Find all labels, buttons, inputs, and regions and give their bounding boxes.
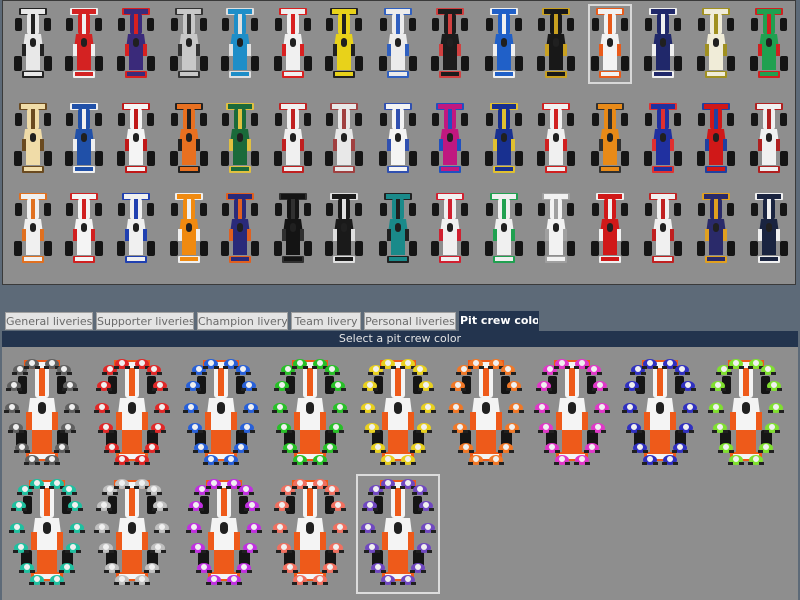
livery-car[interactable] [696,101,736,177]
livery-car[interactable] [220,6,260,82]
tab-champion-livery[interactable]: Champion livery [197,312,288,330]
livery-car[interactable] [273,191,313,267]
livery-car[interactable] [590,191,630,267]
livery-car[interactable] [643,6,683,82]
tab-personal-liveries[interactable]: Personal liveries [364,312,456,330]
livery-car[interactable] [64,191,104,267]
pit-crew-color-option[interactable] [2,356,82,472]
tab-general-liveries[interactable]: General liveries [5,312,93,330]
livery-car[interactable] [220,191,260,267]
livery-car[interactable] [536,101,576,177]
livery-car[interactable] [273,6,313,82]
livery-car[interactable] [484,191,524,267]
livery-car[interactable] [273,101,313,177]
pit-crew-color-option-selected[interactable] [356,474,440,594]
livery-car[interactable] [484,6,524,82]
livery-car[interactable] [64,6,104,82]
livery-car[interactable] [749,101,789,177]
pit-crew-panel: Select a pit crew color [2,331,798,600]
livery-car[interactable] [169,6,209,82]
pit-crew-color-option[interactable] [270,476,350,592]
pit-crew-color-option[interactable] [446,356,526,472]
livery-car[interactable] [13,191,53,267]
livery-car[interactable] [643,191,683,267]
livery-car[interactable] [220,101,260,177]
livery-car[interactable] [696,6,736,82]
livery-car[interactable] [324,101,364,177]
pit-crew-color-option[interactable] [7,476,87,592]
tab-supporter-liveries[interactable]: Supporter liveries [96,312,194,330]
livery-car[interactable] [430,191,470,267]
livery-car[interactable] [116,191,156,267]
livery-car[interactable] [169,101,209,177]
livery-car[interactable] [116,6,156,82]
pit-crew-color-option[interactable] [92,356,172,472]
livery-car[interactable] [430,101,470,177]
livery-car[interactable] [324,6,364,82]
livery-car[interactable] [590,101,630,177]
livery-car[interactable] [116,101,156,177]
livery-car[interactable] [64,101,104,177]
livery-grid [2,0,796,285]
livery-car[interactable] [378,101,418,177]
pit-crew-color-option[interactable] [270,356,350,472]
pit-crew-color-option[interactable] [706,356,786,472]
livery-car[interactable] [378,6,418,82]
livery-tab-bar: General liveries Supporter liveries Cham… [0,310,800,332]
livery-car[interactable] [13,6,53,82]
livery-car[interactable] [484,101,524,177]
tab-team-livery[interactable]: Team livery [291,312,361,330]
pit-crew-color-option[interactable] [92,476,172,592]
pit-crew-color-option[interactable] [184,476,264,592]
pit-crew-header: Select a pit crew color [2,331,798,347]
livery-car[interactable] [749,6,789,82]
livery-car[interactable] [749,191,789,267]
livery-car[interactable] [643,101,683,177]
livery-car[interactable] [324,191,364,267]
livery-car[interactable] [536,191,576,267]
livery-car[interactable] [430,6,470,82]
pit-crew-color-option[interactable] [181,356,261,472]
pit-crew-color-option[interactable] [620,356,700,472]
livery-car[interactable] [13,101,53,177]
tab-pit-crew-color[interactable]: Pit crew color [459,311,539,332]
pit-crew-color-option[interactable] [358,356,438,472]
livery-car[interactable] [696,191,736,267]
livery-car[interactable] [169,191,209,267]
pit-crew-color-option[interactable] [532,356,612,472]
livery-car-selected[interactable] [588,4,632,84]
livery-car[interactable] [536,6,576,82]
livery-car[interactable] [378,191,418,267]
